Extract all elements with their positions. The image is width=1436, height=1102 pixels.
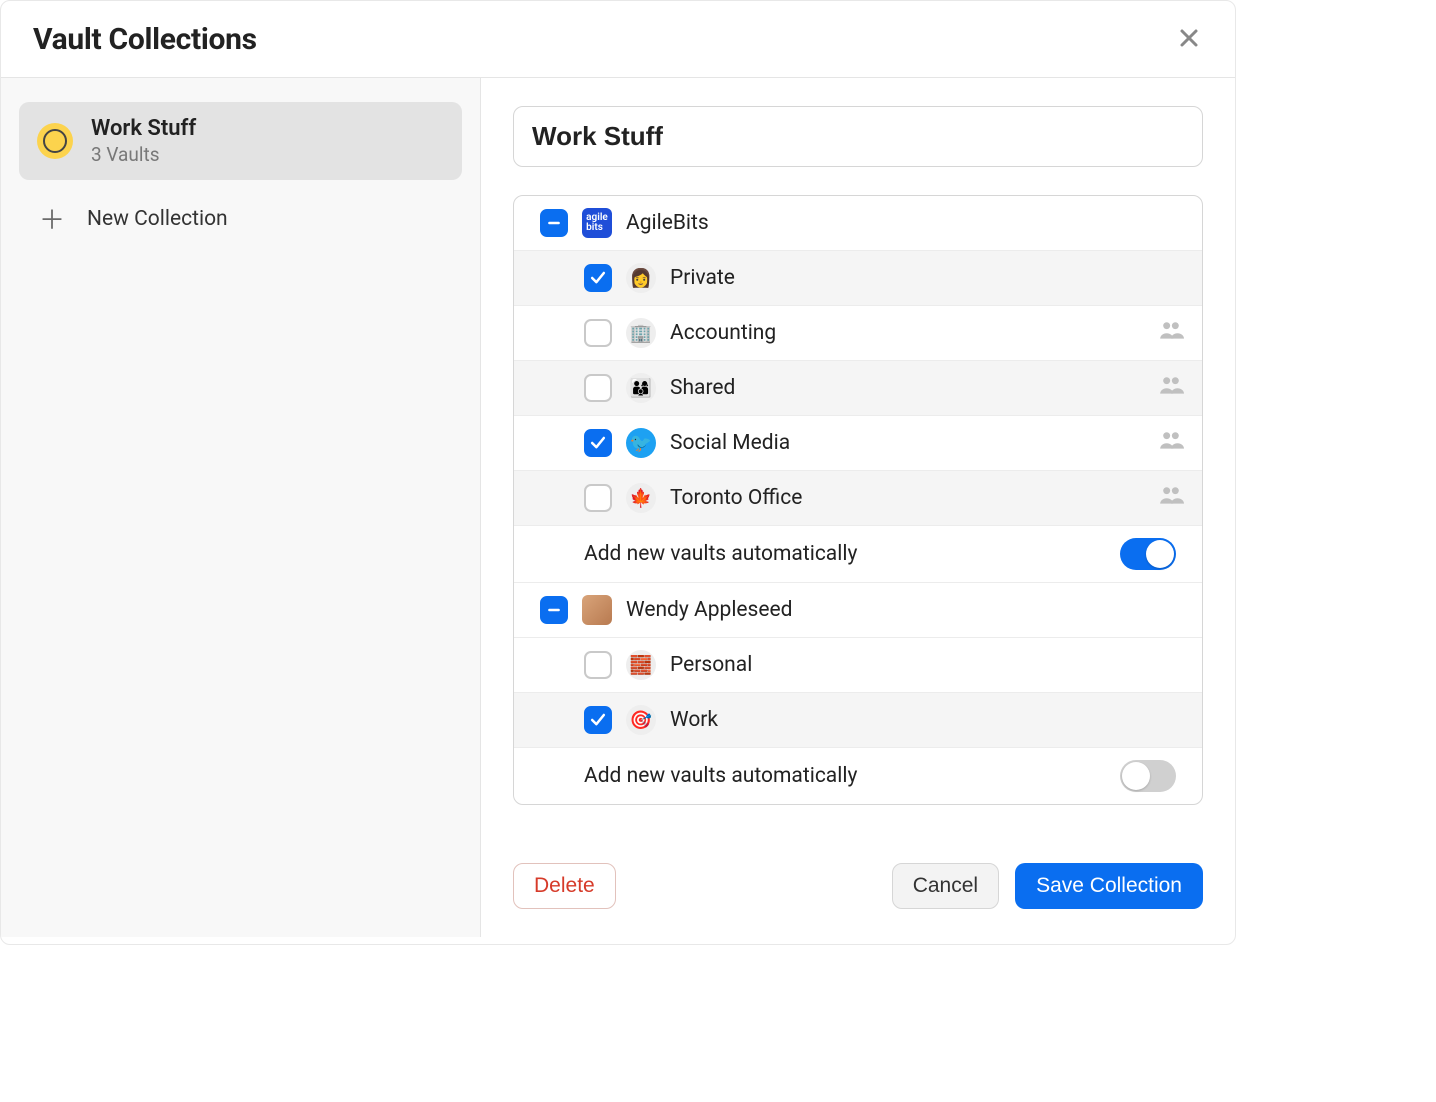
collection-icon — [37, 123, 73, 159]
main-panel: agilebits AgileBits 👩 Private 🏢 Accounting 👨‍👩… — [481, 78, 1235, 937]
agilebits-logo-icon: agilebits — [582, 208, 612, 238]
twitter-icon: 🐦 — [626, 428, 656, 458]
collection-subtitle: 3 Vaults — [91, 143, 196, 166]
checkbox-checked[interactable] — [584, 429, 612, 457]
auto-add-label: Add new vaults automatically — [584, 542, 857, 566]
vault-row[interactable]: 🧱 Personal — [514, 638, 1202, 693]
auto-add-row: Add new vaults automatically — [514, 748, 1202, 804]
checkbox-unchecked[interactable] — [584, 651, 612, 679]
checkbox-unchecked[interactable] — [584, 374, 612, 402]
checkbox-checked[interactable] — [584, 264, 612, 292]
sidebar: Work Stuff 3 Vaults ＋ New Collection — [1, 78, 481, 937]
shared-icon — [1158, 372, 1184, 404]
auto-add-toggle[interactable] — [1120, 760, 1176, 792]
shared-icon — [1158, 317, 1184, 349]
auto-add-row: Add new vaults automatically — [514, 526, 1202, 583]
dialog-title: Vault Collections — [33, 22, 257, 57]
brick-icon: 🧱 — [626, 650, 656, 680]
vault-name: Private — [670, 266, 1184, 290]
checkbox-unchecked[interactable] — [584, 484, 612, 512]
close-icon — [1179, 28, 1199, 48]
new-collection-button[interactable]: ＋ New Collection — [19, 186, 462, 251]
checkbox-unchecked[interactable] — [584, 319, 612, 347]
new-collection-label: New Collection — [87, 207, 228, 231]
vault-name: Work — [670, 708, 1184, 732]
vault-row[interactable]: 🎯 Work — [514, 693, 1202, 748]
vault-name: Personal — [670, 653, 1184, 677]
shared-icon — [1158, 482, 1184, 514]
account-name: Wendy Appleseed — [626, 598, 1184, 622]
plus-icon: ＋ — [39, 200, 65, 237]
shared-icon — [1158, 427, 1184, 459]
dialog-footer: Delete Cancel Save Collection — [513, 835, 1203, 909]
collection-name-input[interactable] — [513, 106, 1203, 167]
auto-add-label: Add new vaults automatically — [584, 764, 857, 788]
vault-row[interactable]: 🐦 Social Media — [514, 416, 1202, 471]
vault-row[interactable]: 👨‍👩‍👦 Shared — [514, 361, 1202, 416]
close-button[interactable] — [1175, 21, 1203, 57]
checkbox-checked[interactable] — [584, 706, 612, 734]
save-collection-button[interactable]: Save Collection — [1015, 863, 1203, 909]
account-row[interactable]: agilebits AgileBits — [514, 196, 1202, 251]
vault-name: Shared — [670, 376, 1144, 400]
building-icon: 🏢 — [626, 318, 656, 348]
account-name: AgileBits — [626, 211, 1184, 235]
dialog-header: Vault Collections — [1, 1, 1235, 78]
target-icon: 🎯 — [626, 705, 656, 735]
vault-name: Accounting — [670, 321, 1144, 345]
auto-add-toggle[interactable] — [1120, 538, 1176, 570]
cancel-button[interactable]: Cancel — [892, 863, 999, 909]
account-row[interactable]: Wendy Appleseed — [514, 583, 1202, 638]
delete-button[interactable]: Delete — [513, 863, 616, 909]
checkbox-indeterminate[interactable] — [540, 596, 568, 624]
checkbox-indeterminate[interactable] — [540, 209, 568, 237]
vault-name: Toronto Office — [670, 486, 1144, 510]
people-avatar: 👨‍👩‍👦 — [626, 373, 656, 403]
vault-row[interactable]: 🍁 Toronto Office — [514, 471, 1202, 526]
person-avatar: 👩 — [626, 263, 656, 293]
collection-title: Work Stuff — [91, 116, 196, 141]
vault-row[interactable]: 🏢 Accounting — [514, 306, 1202, 361]
maple-leaf-icon: 🍁 — [626, 483, 656, 513]
sidebar-collection-item[interactable]: Work Stuff 3 Vaults — [19, 102, 462, 180]
vault-row[interactable]: 👩 Private — [514, 251, 1202, 306]
vault-list: agilebits AgileBits 👩 Private 🏢 Accounting 👨‍👩… — [513, 195, 1203, 805]
vault-name: Social Media — [670, 431, 1144, 455]
wendy-avatar-icon — [582, 595, 612, 625]
